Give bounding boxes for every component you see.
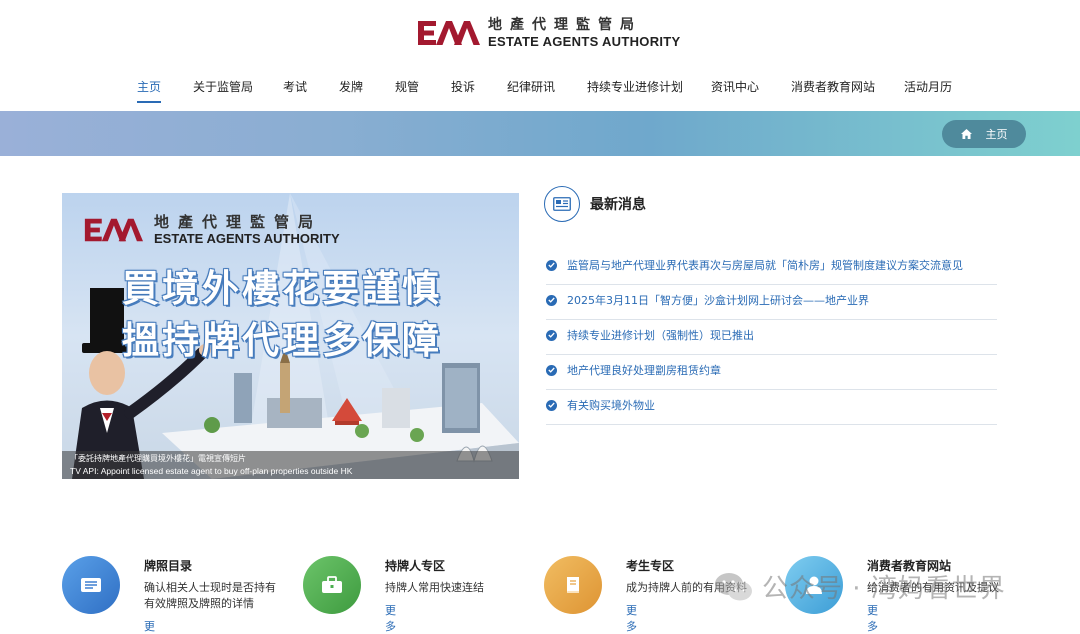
- nav-item-complaints[interactable]: 投诉: [451, 78, 475, 95]
- hero-logo: 地產代理監管局 ESTATE AGENTS AUTHORITY: [82, 213, 340, 246]
- hero-caption-chinese: 「委託持牌地產代理購買境外樓花」電視宣傳短片: [70, 454, 246, 463]
- more-link[interactable]: 更多: [626, 602, 637, 634]
- page-banner: [0, 111, 1080, 156]
- nav-item-info-centre[interactable]: 资讯中心: [711, 78, 759, 95]
- hero-headline-line1: 買境外樓花要謹慎: [122, 267, 442, 310]
- news-section-icon: [544, 186, 580, 222]
- nav-item-home[interactable]: 主页: [137, 78, 161, 95]
- hero-caption: 「委託持牌地產代理購買境外樓花」電視宣傳短片 TV API: Appoint l…: [62, 451, 519, 479]
- news-item-title[interactable]: 监管局与地产代理业界代表再次与房屋局就「简朴房」规管制度建议方案交流意见: [567, 257, 963, 273]
- quick-link-description: 持牌人常用快速连结: [385, 581, 484, 594]
- logo-english-name: ESTATE AGENTS AUTHORITY: [488, 34, 681, 49]
- news-item[interactable]: 持续专业进修计划（强制性）现已推出: [546, 320, 997, 355]
- news-item-title[interactable]: 2025年3月11日「智方便」沙盒计划网上研讨会——地产业界: [567, 292, 869, 308]
- quick-link-description: 确认相关人士现时是否持有 有效牌照及牌照的详情: [144, 581, 276, 610]
- nav-item-consumer-education[interactable]: 消费者教育网站: [791, 78, 875, 95]
- check-circle-icon: [546, 399, 557, 411]
- news-item[interactable]: 2025年3月11日「智方便」沙盒计划网上研讨会——地产业界: [546, 285, 997, 320]
- nav-item-exam[interactable]: 考试: [283, 78, 307, 95]
- news-heading: 最新消息: [590, 197, 646, 213]
- site-logo[interactable]: 地產代理監管局 ESTATE AGENTS AUTHORITY: [416, 16, 681, 50]
- hero-headline-line2: 搵持牌代理多保障: [122, 319, 442, 362]
- news-item[interactable]: 监管局与地产代理业界代表再次与房屋局就「简朴房」规管制度建议方案交流意见: [546, 250, 997, 285]
- nav-item-about[interactable]: 关于监管局: [193, 78, 253, 95]
- news-item[interactable]: 地产代理良好处理劏房租赁约章: [546, 355, 997, 390]
- eaa-logo-icon: [84, 218, 143, 241]
- nav-item-calendar[interactable]: 活动月历: [904, 78, 952, 95]
- wechat-icon: [715, 572, 752, 600]
- nav-active-indicator: [137, 101, 161, 103]
- wechat-watermark: 公众号 · 湾妈看世界: [714, 568, 1006, 605]
- nav-item-regulation[interactable]: 规管: [395, 78, 419, 95]
- main-nav: 主页 关于监管局 考试 发牌 规管 投诉 纪律研讯 持续专业进修计划 资讯中心 …: [0, 78, 1080, 98]
- news-item-title[interactable]: 持续专业进修计划（强制性）现已推出: [567, 327, 754, 343]
- hero-caption-english: TV API: Appoint licensed estate agent to…: [70, 466, 353, 476]
- hero-logo-chinese: 地產代理監管局: [154, 213, 323, 231]
- home-icon: [960, 129, 972, 139]
- news-list: 监管局与地产代理业界代表再次与房屋局就「简朴房」规管制度建议方案交流意见 202…: [546, 250, 997, 425]
- check-circle-icon: [546, 329, 557, 341]
- hero-video-banner[interactable]: 地產代理監管局 ESTATE AGENTS AUTHORITY 買境外樓花要謹慎…: [62, 193, 519, 479]
- newspaper-icon: [553, 197, 571, 211]
- more-link[interactable]: 更多: [867, 602, 878, 634]
- more-link[interactable]: 更多: [385, 602, 396, 634]
- check-circle-icon: [546, 364, 557, 376]
- check-circle-icon: [546, 294, 557, 306]
- news-item-title[interactable]: 有关购买境外物业: [567, 397, 655, 413]
- breadcrumb-label: 主页: [985, 128, 1008, 141]
- book-icon: [544, 556, 602, 614]
- licence-list-icon: [62, 556, 120, 614]
- quick-link-title[interactable]: 牌照目录: [144, 557, 192, 574]
- briefcase-icon: [303, 556, 361, 614]
- nav-item-cpd[interactable]: 持续专业进修计划: [587, 78, 683, 95]
- logo-chinese-name: 地產代理監管局: [488, 17, 642, 33]
- more-link[interactable]: 更多: [144, 618, 155, 634]
- quick-link-title[interactable]: 考生专区: [626, 557, 674, 574]
- breadcrumb-home[interactable]: 主页: [942, 120, 1026, 148]
- watermark-text: 公众号 · 湾妈看世界: [762, 574, 1006, 604]
- hero-logo-english: ESTATE AGENTS AUTHORITY: [154, 231, 340, 246]
- nav-item-licensing[interactable]: 发牌: [339, 78, 363, 95]
- nav-item-disciplinary[interactable]: 纪律研讯: [507, 78, 555, 95]
- news-item[interactable]: 有关购买境外物业: [546, 390, 997, 425]
- eaa-logo-icon: [418, 21, 480, 45]
- news-item-title[interactable]: 地产代理良好处理劏房租赁约章: [567, 362, 721, 378]
- check-circle-icon: [546, 259, 557, 271]
- quick-link-title[interactable]: 持牌人专区: [385, 557, 445, 574]
